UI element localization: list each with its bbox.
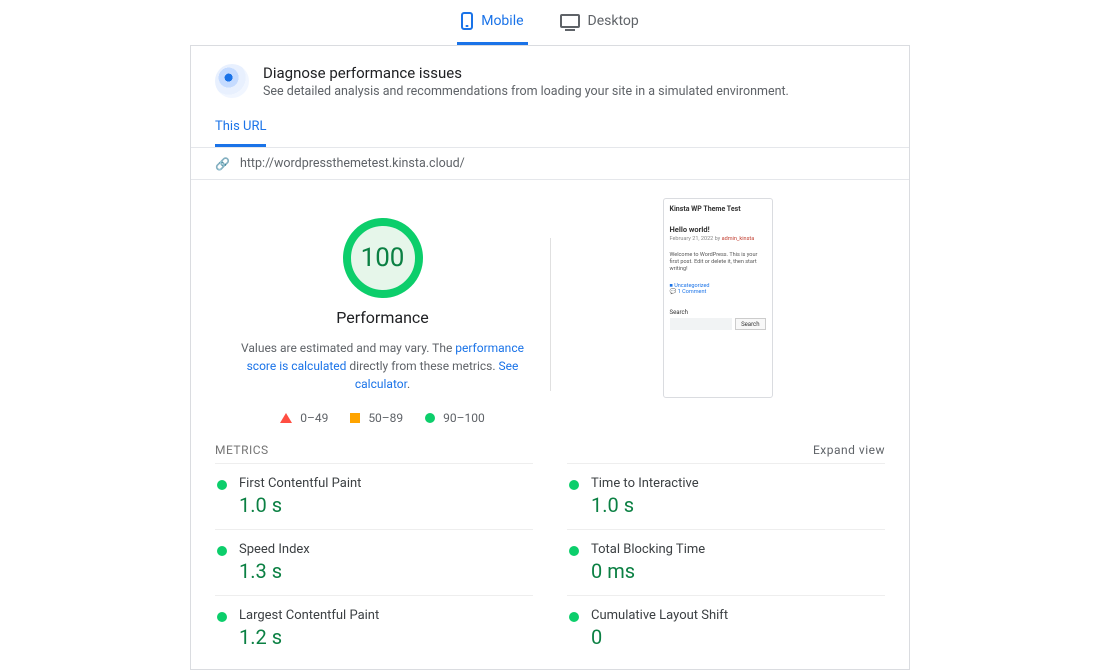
metric-cls[interactable]: Cumulative Layout Shift0 [567, 595, 885, 661]
dot-icon [217, 546, 227, 556]
score-value: 100 [361, 243, 405, 273]
diagnose-title: Diagnose performance issues [263, 64, 789, 82]
legend-low-icon [280, 413, 292, 423]
metric-tbt[interactable]: Total Blocking Time0 ms [567, 529, 885, 595]
preview-post-title: Hello world! [670, 225, 766, 234]
tested-url: http://wordpressthemetest.kinsta.cloud/ [240, 156, 465, 171]
legend-mid: 50–89 [368, 411, 403, 425]
legend-mid-icon [350, 413, 360, 423]
link-icon: 🔗 [215, 157, 230, 171]
preview-links: ■ Uncategorized 💬 1 Comment [670, 283, 766, 295]
dot-icon [217, 612, 227, 622]
tab-mobile-label: Mobile [481, 13, 523, 29]
metric-lcp[interactable]: Largest Contentful Paint1.2 s [215, 595, 533, 661]
score-ring: 100 [343, 218, 423, 298]
metrics-grid: First Contentful Paint1.0 s Speed Index1… [191, 463, 909, 669]
subtab-this-url[interactable]: This URL [215, 105, 266, 147]
mobile-icon [461, 12, 473, 30]
tab-desktop-label: Desktop [588, 13, 639, 29]
desktop-icon [560, 14, 580, 28]
score-label: Performance [215, 308, 550, 327]
expand-view-button[interactable]: Expand view [813, 443, 885, 457]
tab-mobile[interactable]: Mobile [457, 2, 527, 45]
page-preview: Kinsta WP Theme Test Hello world! Februa… [550, 198, 885, 425]
score-description: Values are estimated and may vary. The p… [215, 339, 550, 393]
score-section: 100 Performance Values are estimated and… [215, 198, 550, 425]
subtabs: This URL [191, 105, 909, 147]
phone-frame: Kinsta WP Theme Test Hello world! Februa… [663, 198, 773, 398]
metrics-heading: METRICS [215, 443, 269, 457]
legend-low: 0–49 [300, 411, 328, 425]
diagnose-icon [215, 64, 249, 98]
legend-high: 90–100 [443, 411, 485, 425]
preview-search-button: Search [735, 318, 765, 330]
score-legend: 0–49 50–89 90–100 [215, 411, 550, 425]
metric-si[interactable]: Speed Index1.3 s [215, 529, 533, 595]
metric-tti[interactable]: Time to Interactive1.0 s [567, 463, 885, 529]
device-tabs: Mobile Desktop [0, 0, 1100, 45]
preview-site-title: Kinsta WP Theme Test [670, 205, 766, 213]
dot-icon [569, 612, 579, 622]
metric-fcp[interactable]: First Contentful Paint1.0 s [215, 463, 533, 529]
diagnose-header: Diagnose performance issues See detailed… [191, 46, 909, 105]
url-bar: 🔗 http://wordpressthemetest.kinsta.cloud… [191, 147, 909, 180]
preview-body: Welcome to WordPress. This is your first… [670, 252, 766, 273]
dot-icon [569, 480, 579, 490]
report-panel: Diagnose performance issues See detailed… [190, 45, 910, 670]
legend-high-icon [425, 413, 435, 423]
dot-icon [217, 480, 227, 490]
preview-search-label: Search [670, 309, 766, 316]
preview-search-input [670, 318, 733, 330]
tab-desktop[interactable]: Desktop [556, 2, 643, 45]
diagnose-subtitle: See detailed analysis and recommendation… [263, 84, 789, 99]
preview-meta: February 21, 2022 by admin_kinsta [670, 236, 766, 242]
dot-icon [569, 546, 579, 556]
